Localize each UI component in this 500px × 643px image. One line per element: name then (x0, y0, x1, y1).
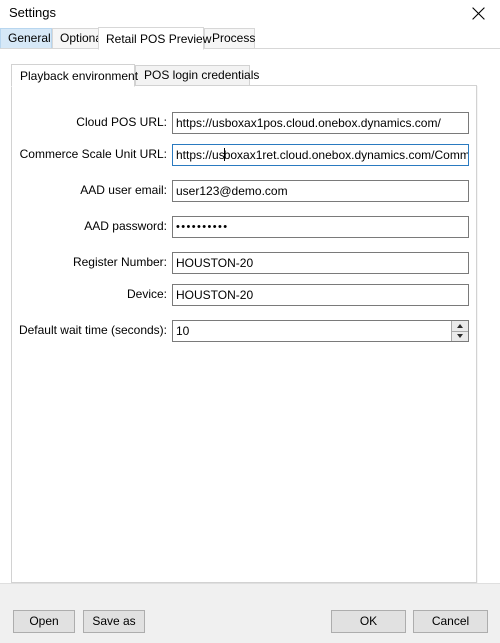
spinner-value[interactable]: 10 (173, 321, 449, 341)
tab-playback-environment[interactable]: Playback environment (11, 64, 138, 87)
input-commerce-scale-unit-url[interactable]: https://usboxax1ret.cloud.onebox.dynamic… (172, 144, 469, 166)
label-default-wait-time: Default wait time (seconds): (18, 323, 167, 337)
input-text-before-caret: https://us (176, 148, 225, 162)
label-aad-password: AAD password: (84, 219, 167, 233)
input-device[interactable]: HOUSTON-20 (172, 284, 469, 306)
label-commerce-scale-unit-url: Commerce Scale Unit URL: (19, 147, 167, 161)
input-register-number[interactable]: HOUSTON-20 (172, 252, 469, 274)
tab-pos-login-credentials[interactable]: POS login credentials (135, 65, 259, 86)
inner-tab-strip: Playback environment POS login credentia… (11, 64, 477, 87)
row-aad-password: AAD password: •••••••••• (12, 216, 476, 238)
row-aad-user-email: AAD user email: user123@demo.com (12, 180, 476, 202)
chevron-down-icon (457, 334, 463, 338)
window-title: Settings (9, 5, 56, 20)
close-button[interactable] (456, 0, 500, 27)
label-cloud-pos-url: Cloud POS URL: (76, 115, 167, 129)
row-register-number: Register Number: HOUSTON-20 (12, 252, 476, 274)
cancel-button[interactable]: Cancel (413, 610, 488, 633)
close-icon (471, 7, 485, 20)
tab-process[interactable]: Process (204, 28, 255, 49)
tab-retail-pos-preview[interactable]: Retail POS Preview (98, 27, 211, 50)
label-device: Device: (126, 287, 167, 301)
row-default-wait-time: Default wait time (seconds): 10 (12, 320, 476, 342)
input-aad-user-email[interactable]: user123@demo.com (172, 180, 469, 202)
playback-environment-panel: Cloud POS URL: https://usboxax1pos.cloud… (11, 85, 477, 583)
input-text-after-caret: boxax1ret.cloud.onebox.dynamics.com/Comm… (223, 148, 469, 162)
title-bar: Settings (0, 0, 500, 27)
chevron-up-icon (457, 324, 463, 328)
spinner-buttons (451, 321, 468, 341)
row-device: Device: HOUSTON-20 (12, 284, 476, 306)
input-cloud-pos-url[interactable]: https://usboxax1pos.cloud.onebox.dynamic… (172, 112, 469, 134)
save-as-button[interactable]: Save as (83, 610, 145, 633)
row-cloud-pos-url: Cloud POS URL: https://usboxax1pos.cloud… (12, 112, 476, 134)
ok-button[interactable]: OK (331, 610, 406, 633)
spinner-decrement-button[interactable] (452, 331, 468, 341)
input-default-wait-time[interactable]: 10 (172, 320, 469, 342)
tab-general[interactable]: General (0, 28, 52, 49)
open-button[interactable]: Open (13, 610, 75, 633)
label-aad-user-email: AAD user email: (80, 183, 167, 197)
text-caret (223, 148, 225, 161)
input-aad-password[interactable]: •••••••••• (172, 216, 469, 238)
outer-tab-strip: General Optional Retail POS Preview Proc… (0, 27, 500, 50)
row-commerce-scale-unit-url: Commerce Scale Unit URL: https://usboxax… (12, 144, 476, 166)
label-register-number: Register Number: (72, 255, 167, 269)
